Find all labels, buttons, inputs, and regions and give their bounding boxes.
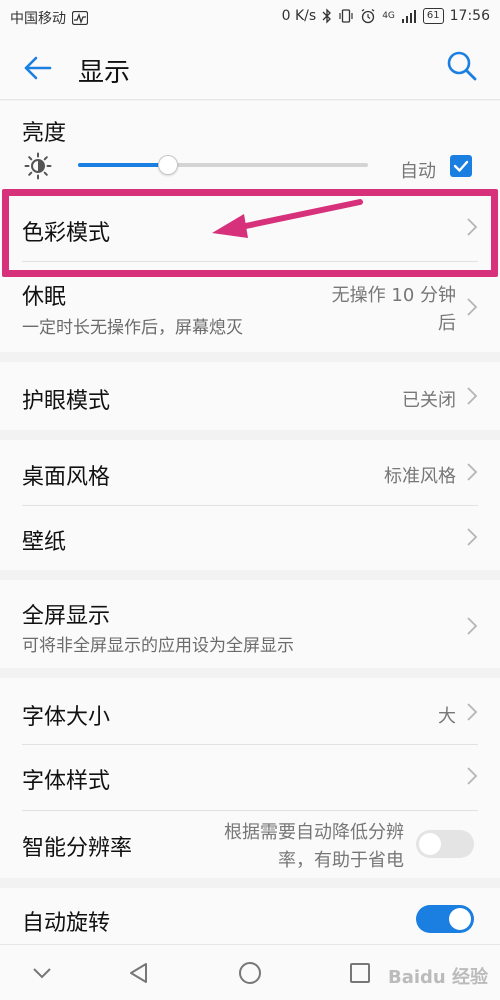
display-card-4: 全屏显示 可将非全屏显示的应用设为全屏显示 (0, 580, 500, 668)
smart-resolution-title: 智能分辨率 (22, 836, 133, 861)
nav-down-icon[interactable] (28, 959, 56, 987)
sleep-title: 休眠 (22, 285, 67, 310)
display-card-5: 字体大小 大 字体样式 智能分辨率 根据需要自动降低分辨 率，有助于省电 (0, 678, 500, 878)
full-screen-row[interactable]: 全屏显示 可将非全屏显示的应用设为全屏显示 (0, 580, 500, 668)
chevron-right-icon (467, 218, 478, 236)
status-bar-right: 0 K/s 4G 61 17:56 (282, 8, 490, 24)
back-arrow-icon[interactable] (20, 50, 56, 86)
display-card-3: 桌面风格 标准风格 壁纸 (0, 440, 500, 570)
search-icon[interactable] (444, 48, 480, 84)
wallpaper-row[interactable]: 壁纸 (0, 505, 500, 570)
chevron-right-icon (467, 387, 478, 405)
color-mode-row[interactable]: 色彩模式 (0, 189, 500, 261)
watermark: Baidu 经验 (387, 967, 488, 988)
home-style-value: 标准风格 (384, 466, 456, 487)
eye-comfort-row[interactable]: 护眼模式 已关闭 (0, 362, 500, 430)
nav-recent-icon[interactable] (346, 959, 374, 987)
home-style-title: 桌面风格 (22, 465, 111, 490)
eye-comfort-value: 已关闭 (402, 390, 456, 411)
vibrate-icon (339, 9, 353, 23)
auto-brightness-checkbox[interactable] (450, 155, 472, 177)
full-screen-subtitle: 可将非全屏显示的应用设为全屏显示 (22, 636, 294, 656)
color-mode-title: 色彩模式 (22, 221, 111, 246)
font-size-title: 字体大小 (22, 705, 111, 730)
nav-home-icon[interactable] (236, 959, 264, 987)
sleep-value-line2: 后 (438, 313, 456, 334)
carrier-label: 中国移动 (10, 11, 66, 27)
status-bar: 中国移动 0 K/s 4G 61 17:56 (0, 0, 500, 34)
wallpaper-title: 壁纸 (22, 530, 67, 555)
brightness-row: 亮度 自动 (0, 101, 500, 189)
activity-icon (72, 11, 88, 25)
auto-rotate-title: 自动旋转 (22, 911, 111, 936)
auto-brightness-label: 自动 (400, 161, 436, 182)
font-size-row[interactable]: 字体大小 大 (0, 678, 500, 744)
nav-back-icon[interactable] (126, 959, 154, 987)
chevron-right-icon (467, 528, 478, 546)
chevron-right-icon (467, 617, 478, 635)
chevron-right-icon (467, 298, 478, 316)
toggle-knob (449, 908, 471, 930)
auto-rotate-row: 自动旋转 (0, 888, 500, 944)
alarm-icon (361, 8, 375, 24)
battery-indicator: 61 (422, 8, 444, 24)
signal-icon (401, 10, 416, 23)
font-style-title: 字体样式 (22, 769, 111, 794)
bluetooth-icon (322, 8, 332, 24)
eye-comfort-title: 护眼模式 (22, 389, 111, 414)
sleep-row[interactable]: 休眠 一定时长无操作后，屏幕熄灭 无操作 10 分钟 后 (0, 261, 500, 352)
page-title: 显示 (78, 58, 131, 88)
smart-resolution-desc-line1: 根据需要自动降低分辨 (224, 822, 404, 843)
network-speed: 0 K/s (281, 8, 317, 24)
display-card-6: 自动旋转 (0, 888, 500, 944)
home-style-row[interactable]: 桌面风格 标准风格 (0, 440, 500, 505)
brightness-slider[interactable] (78, 155, 368, 175)
brightness-slider-fill (78, 163, 168, 167)
brightness-slider-thumb[interactable] (157, 155, 178, 175)
brightness-title: 亮度 (22, 121, 67, 146)
sleep-value-line1: 无操作 10 分钟 (331, 285, 456, 306)
status-bar-left: 中国移动 (10, 8, 88, 28)
auto-rotate-toggle[interactable] (416, 905, 474, 933)
clock: 17:56 (449, 8, 490, 24)
checkmark-icon (453, 160, 469, 172)
network-type: 4G (382, 11, 395, 21)
smart-resolution-toggle[interactable] (416, 830, 474, 858)
font-size-value: 大 (438, 706, 456, 727)
chevron-right-icon (467, 463, 478, 481)
font-style-row[interactable]: 字体样式 (0, 744, 500, 810)
sleep-subtitle: 一定时长无操作后，屏幕熄灭 (22, 318, 243, 338)
toggle-knob (419, 833, 441, 855)
chevron-right-icon (467, 767, 478, 785)
navigation-bar: Baidu 经验 (0, 944, 500, 1000)
brightness-icon (24, 152, 52, 180)
full-screen-title: 全屏显示 (22, 604, 111, 629)
display-card-1: 亮度 自动 色彩模式 休眠 一定时长无操作后，屏幕熄灭 无操作 10 分钟 后 (0, 101, 500, 352)
smart-resolution-desc-line2: 率，有助于省电 (278, 850, 404, 871)
smart-resolution-row: 智能分辨率 根据需要自动降低分辨 率，有助于省电 (0, 810, 500, 878)
display-card-2: 护眼模式 已关闭 (0, 362, 500, 430)
app-bar: 显示 (0, 34, 500, 100)
chevron-right-icon (467, 703, 478, 721)
